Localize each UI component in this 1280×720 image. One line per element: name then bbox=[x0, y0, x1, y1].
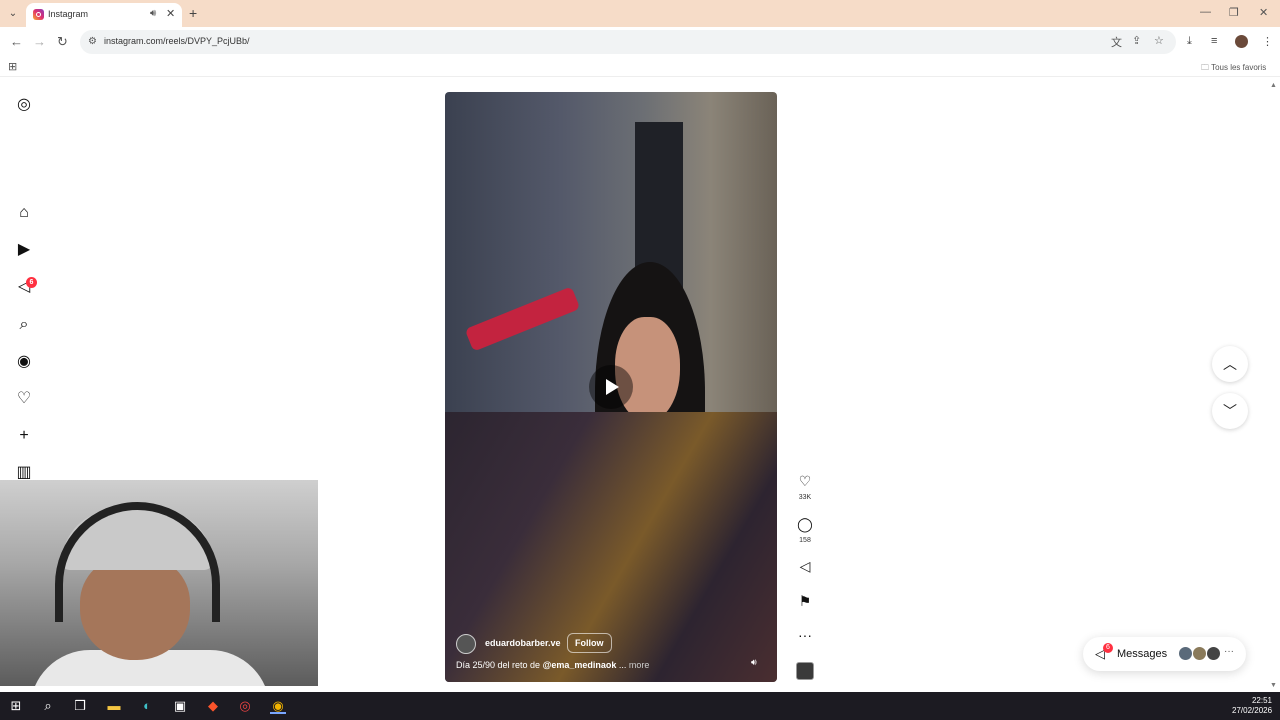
create-icon[interactable]: + bbox=[14, 426, 34, 446]
chrome-icon[interactable]: ◉ bbox=[270, 698, 286, 714]
clock-time: 22:51 bbox=[1251, 696, 1272, 705]
store-icon[interactable]: ▣ bbox=[172, 698, 188, 714]
back-icon[interactable]: ← bbox=[10, 34, 23, 49]
clock-date: 27/02/2026 bbox=[1232, 706, 1273, 715]
comment-icon[interactable]: ◯ bbox=[795, 516, 815, 533]
install-app-icon[interactable]: ⇪ bbox=[1132, 34, 1141, 47]
tab-search-icon[interactable]: ⌄ bbox=[6, 7, 20, 21]
caption-text: Día 25/90 del reto de bbox=[456, 660, 543, 670]
reel-caption: Día 25/90 del reto de @ema_medinaok ... … bbox=[456, 660, 649, 670]
menu-icon[interactable]: ⋮ bbox=[1262, 35, 1273, 48]
reel-video[interactable]: eduardobarber.ve Follow Día 25/90 del re… bbox=[445, 92, 777, 682]
follow-button[interactable]: Follow bbox=[567, 633, 612, 653]
new-tab-icon[interactable]: + bbox=[189, 5, 197, 21]
messages-label: Messages bbox=[1117, 648, 1168, 660]
all-bookmarks-folder[interactable]: 🗀︎ Tous les favoris bbox=[1201, 62, 1266, 76]
contact-avatar bbox=[1192, 646, 1207, 661]
explore-icon[interactable]: ◉ bbox=[14, 352, 34, 372]
windows-start-icon[interactable]: ⊞ bbox=[8, 698, 24, 714]
downloads-icon[interactable]: ⤓ bbox=[1187, 35, 1192, 48]
windows-taskbar: ⊞ ⌕ ❒ ▬ ◐ ▣ ◆ ◎ ◉ 22:51 27/02/2026 bbox=[0, 692, 1280, 720]
address-bar[interactable]: ⚙ instagram.com/reels/DVPY_PcjUBb/ bbox=[80, 30, 1176, 54]
file-explorer-icon[interactable]: ▬ bbox=[106, 698, 122, 714]
system-clock[interactable]: 22:51 27/02/2026 bbox=[1232, 696, 1272, 716]
more-options-icon[interactable]: ··· bbox=[795, 627, 815, 643]
more-contacts-icon: ··· bbox=[1224, 646, 1234, 657]
save-bookmark-icon[interactable]: ⚑ bbox=[795, 593, 815, 610]
media-controls-icon[interactable]: ≡ bbox=[1211, 35, 1217, 47]
play-icon[interactable] bbox=[589, 365, 633, 409]
scroll-down-arrow-icon[interactable]: ▼ bbox=[1270, 682, 1277, 689]
messages-button[interactable]: ◁ 6 Messages ··· bbox=[1083, 637, 1246, 671]
browser-toolbar: ← → ↻ ⚙ instagram.com/reels/DVPY_PcjUBb/… bbox=[0, 27, 1280, 57]
original-audio-thumbnail[interactable] bbox=[796, 662, 814, 680]
instagram-logo-icon[interactable]: ◎ bbox=[14, 95, 34, 115]
volume-icon[interactable]: 🔊︎ bbox=[751, 657, 757, 668]
video-trimmer bbox=[464, 286, 581, 352]
home-icon[interactable]: ⌂ bbox=[14, 203, 34, 223]
author-avatar[interactable] bbox=[456, 634, 476, 654]
share-icon[interactable]: ◁ bbox=[795, 558, 815, 575]
like-heart-icon[interactable]: ♡ bbox=[795, 473, 815, 490]
reels-icon[interactable]: ▶ bbox=[14, 240, 34, 260]
url-text[interactable]: instagram.com/reels/DVPY_PcjUBb/ bbox=[104, 36, 250, 46]
caption-mention[interactable]: @ema_medinaok bbox=[543, 660, 617, 670]
all-bookmarks-label: Tous les favoris bbox=[1211, 63, 1267, 72]
audio-playing-icon[interactable]: 🔊︎ bbox=[150, 8, 156, 19]
webcam-headset bbox=[55, 502, 220, 622]
forward-icon[interactable]: → bbox=[33, 34, 46, 49]
tab-instagram[interactable]: Instagram 🔊︎ ✕ bbox=[26, 3, 182, 27]
likes-count: 33K bbox=[798, 494, 812, 501]
previous-reel-chevron-up-icon[interactable]: ︿ bbox=[1212, 346, 1248, 382]
close-tab-icon[interactable]: ✕ bbox=[166, 7, 175, 20]
webcam-overlay bbox=[0, 480, 318, 686]
edge-browser-icon[interactable]: ◐ bbox=[139, 698, 155, 714]
bookmark-star-icon[interactable]: ☆ bbox=[1154, 34, 1164, 47]
close-window-icon[interactable]: ✕ bbox=[1259, 6, 1268, 19]
translate-icon[interactable]: 文 bbox=[1111, 34, 1122, 50]
caption-ellipsis: ... bbox=[616, 660, 629, 670]
comments-count: 158 bbox=[799, 537, 811, 544]
messages-pill-badge: 6 bbox=[1103, 643, 1113, 653]
caption-more-link[interactable]: more bbox=[629, 660, 650, 670]
search-icon[interactable]: ⌕ bbox=[14, 315, 34, 335]
instagram-favicon-icon bbox=[33, 9, 44, 20]
brave-browser-icon[interactable]: ◆ bbox=[205, 698, 221, 714]
scroll-up-arrow-icon[interactable]: ▲ bbox=[1270, 82, 1277, 89]
profile-avatar[interactable] bbox=[1235, 35, 1248, 48]
app-icon[interactable]: ◎ bbox=[237, 698, 253, 714]
search-taskbar-icon[interactable]: ⌕ bbox=[40, 698, 56, 714]
task-view-icon[interactable]: ❒ bbox=[72, 698, 88, 714]
minimize-icon[interactable]: — bbox=[1200, 6, 1211, 18]
tab-title: Instagram bbox=[48, 9, 89, 19]
reload-icon[interactable]: ↻ bbox=[57, 34, 68, 50]
apps-grid-icon[interactable]: ⊞ bbox=[8, 60, 17, 73]
bookmarks-bar: ⊞ 🗀︎ Tous les favoris bbox=[0, 57, 1280, 77]
contact-avatar bbox=[1178, 646, 1193, 661]
site-info-icon[interactable]: ⚙ bbox=[88, 36, 97, 47]
messages-badge: 6 bbox=[26, 277, 37, 288]
contact-avatar bbox=[1206, 646, 1221, 661]
next-reel-chevron-down-icon[interactable]: ﹀ bbox=[1212, 393, 1248, 429]
restore-icon[interactable]: ❐ bbox=[1229, 6, 1239, 19]
tab-strip: ⌄ Instagram 🔊︎ ✕ + — ❐ ✕ bbox=[0, 0, 1280, 27]
author-username[interactable]: eduardobarber.ve bbox=[485, 638, 561, 648]
notifications-heart-icon[interactable]: ♡ bbox=[14, 389, 34, 409]
